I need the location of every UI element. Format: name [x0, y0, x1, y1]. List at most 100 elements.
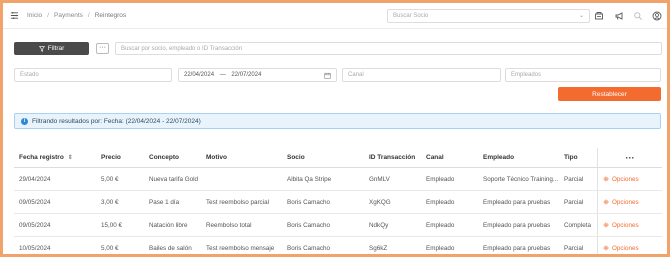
header-fecha-registro[interactable]: Fecha registro ⇕ [14, 154, 96, 161]
table-row: 10/05/2024 5,00 € Bailes de salón Test reem… [14, 237, 662, 254]
date-range-input[interactable]: 22/04/2024 — 22/07/2024 [178, 68, 337, 82]
cell-actions: Opciones [597, 168, 662, 190]
cell-tipo: Parcial [564, 244, 584, 252]
date-to: 22/07/2024 [231, 72, 262, 78]
columns-menu-button[interactable]: ··· [597, 148, 662, 167]
table-row: 09/05/2024 15,00 € Natación libre Reembolso… [14, 214, 662, 237]
cell-fecha: 09/05/2024 [19, 221, 51, 229]
calendar-icon[interactable] [324, 72, 331, 79]
cell-concepto: Nueva tarifa Gold [149, 175, 199, 183]
opciones-button[interactable]: Opciones [603, 176, 639, 183]
filter-button-label: Filtrar [47, 45, 65, 52]
cell-tipo: Parcial [564, 198, 584, 206]
cell-actions: Opciones [597, 214, 662, 236]
cell-tipo: Parcial [564, 175, 584, 183]
search-input-placeholder: Buscar por socio, empleado o ID Transacc… [121, 46, 243, 52]
cell-socio: Boris Camacho [287, 244, 331, 252]
table-header: Fecha registro ⇕ Precio Concepto Motivo S… [14, 148, 662, 168]
cell-precio: 5,00 € [101, 244, 119, 252]
cell-precio: 15,00 € [101, 221, 123, 229]
cell-precio: 5,00 € [101, 175, 119, 183]
cell-id-transaccion: Sg6kZ [369, 244, 388, 252]
cell-motivo: Reembolso total [206, 221, 252, 229]
cell-canal: Empleado [426, 175, 455, 183]
cell-fecha: 09/05/2024 [19, 198, 51, 206]
breadcrumb-separator: / [47, 12, 49, 19]
cell-motivo: Test reembolso mensaje [206, 244, 275, 252]
info-icon: i [21, 118, 28, 125]
filter-button[interactable]: Filtrar [14, 42, 89, 55]
canal-select[interactable]: Canal [342, 68, 501, 82]
gear-icon [603, 176, 609, 182]
canal-placeholder: Canal [348, 72, 364, 78]
breadcrumb-payments[interactable]: Payments [54, 12, 83, 19]
cell-motivo: Test reembolso parcial [206, 198, 269, 206]
header-precio: Precio [101, 154, 121, 161]
gear-icon [603, 245, 609, 251]
estado-select[interactable]: Estado [14, 68, 172, 82]
cell-empleado: Empleado para pruebas [483, 221, 551, 229]
cash-register-icon[interactable] [594, 11, 604, 21]
header-id-transaccion: ID Transacción [369, 154, 416, 161]
app-frame: Inicio / Payments / Reintegros Buscar So… [3, 3, 667, 254]
header-canal: Canal [426, 154, 444, 161]
table-row: 09/05/2024 3,00 € Pase 1 día Test reembolso… [14, 191, 662, 214]
header-label: Fecha registro [19, 154, 64, 161]
chevron-down-icon: ⌄ [578, 13, 584, 19]
filter-info-banner: i Filtrando resultados por: Fecha: (22/0… [14, 113, 661, 129]
cell-empleado: Empleado para pruebas [483, 244, 551, 252]
cell-fecha: 10/05/2024 [19, 244, 51, 252]
more-options-button[interactable]: ··· [96, 43, 109, 54]
cell-concepto: Bailes de salón [149, 244, 192, 252]
opciones-label: Opciones [612, 198, 639, 206]
cell-concepto: Natación libre [149, 221, 188, 229]
reset-button[interactable]: Restablecer [558, 87, 661, 101]
opciones-label: Opciones [612, 221, 639, 229]
header-concepto: Concepto [149, 154, 179, 161]
cell-empleado: Empleado para pruebas [483, 198, 551, 206]
filter-info-text: Filtrando resultados por: Fecha: (22/04/… [32, 118, 201, 125]
date-separator: — [219, 72, 226, 78]
filter-icon [38, 45, 45, 52]
cell-id-transaccion: XgKQG [369, 198, 391, 206]
cell-socio: Albita Qa Stripe [287, 175, 332, 183]
gear-icon [603, 222, 609, 228]
cell-id-transaccion: NdkQy [369, 221, 389, 229]
cell-actions: Opciones [597, 237, 662, 254]
user-avatar-icon[interactable] [652, 11, 662, 21]
breadcrumb-separator: / [87, 12, 90, 19]
cell-canal: Empleado [426, 198, 455, 206]
opciones-button[interactable]: Opciones [603, 199, 639, 206]
opciones-button[interactable]: Opciones [603, 245, 639, 252]
breadcrumb-inicio[interactable]: Inicio [27, 12, 42, 19]
empleados-select[interactable]: Empleados [505, 68, 661, 82]
reintegros-table: Fecha registro ⇕ Precio Concepto Motivo S… [14, 148, 662, 254]
cell-id-transaccion: GnMLV [369, 175, 390, 183]
header-tipo: Tipo [564, 154, 578, 161]
cell-socio: Boris Camacho [287, 221, 331, 229]
sort-icon[interactable]: ⇕ [68, 155, 73, 161]
megaphone-icon[interactable] [614, 11, 624, 21]
cell-concepto: Pase 1 día [149, 198, 180, 206]
opciones-button[interactable]: Opciones [603, 222, 639, 229]
cell-precio: 3,00 € [101, 198, 119, 206]
header-motivo: Motivo [206, 154, 227, 161]
table-row: 29/04/2024 5,00 € Nueva tarifa Gold Albita … [14, 168, 662, 191]
header-empleado: Empleado [483, 154, 515, 161]
header-socio: Socio [287, 154, 305, 161]
breadcrumb: Inicio / Payments / Reintegros [27, 12, 126, 19]
search-input[interactable]: Buscar por socio, empleado o ID Transacc… [115, 42, 662, 55]
date-from: 22/04/2024 [184, 72, 215, 78]
search-partner-placeholder: Buscar Socio [393, 13, 429, 19]
opciones-label: Opciones [612, 244, 639, 252]
menu-icon[interactable] [10, 11, 19, 20]
breadcrumb-reintegros: Reintegros [94, 12, 127, 19]
cell-tipo: Completa [564, 221, 591, 229]
empleados-placeholder: Empleados [511, 72, 542, 78]
search-icon[interactable] [633, 11, 643, 21]
search-partner-select[interactable]: Buscar Socio ⌄ [387, 9, 590, 23]
estado-placeholder: Estado [20, 72, 39, 78]
cell-fecha: 29/04/2024 [19, 175, 51, 183]
cell-socio: Boris Camacho [287, 198, 331, 206]
cell-empleado: Soporte Técnico Training... [483, 175, 559, 183]
